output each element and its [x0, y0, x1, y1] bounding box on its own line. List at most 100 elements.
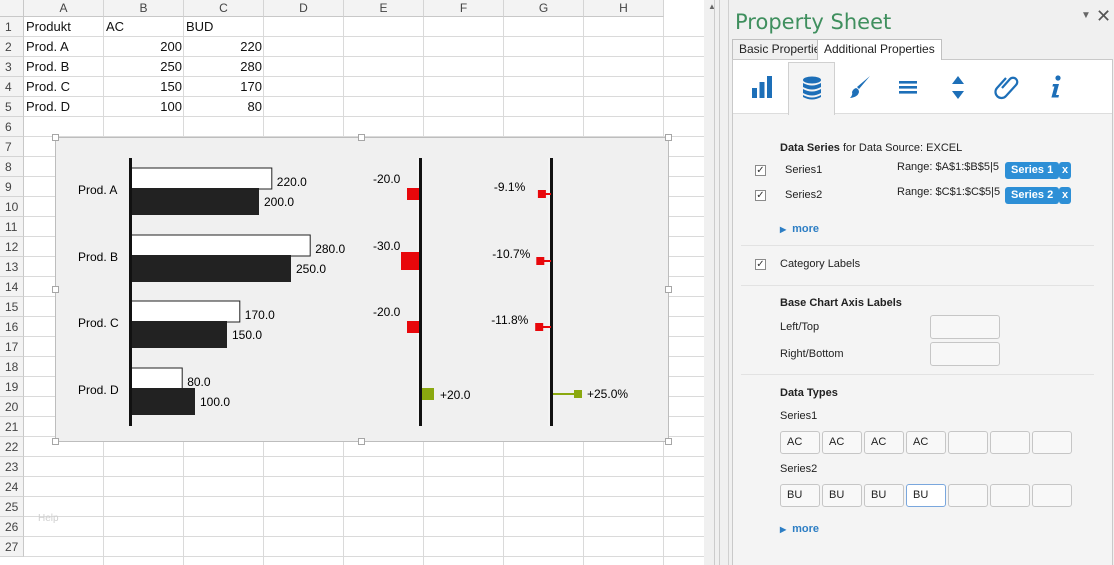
resize-handle-tr[interactable] — [665, 134, 672, 141]
cell-B1[interactable]: AC — [104, 17, 184, 37]
series1-type-field-6[interactable] — [990, 431, 1030, 454]
info-icon[interactable] — [1033, 62, 1080, 112]
row-header-1[interactable]: 1 — [0, 17, 24, 37]
row-header-21[interactable]: 21 — [0, 417, 24, 437]
series1-type-field-4[interactable]: AC — [906, 431, 946, 454]
series1-type-field-5[interactable] — [948, 431, 988, 454]
series2-checkbox[interactable]: ✓ — [755, 190, 766, 201]
rel-variance-label: -11.8% — [491, 313, 528, 327]
resize-handle-b[interactable] — [358, 438, 365, 445]
paperclip-icon[interactable] — [984, 62, 1031, 112]
series2-remove-button[interactable]: x — [1059, 187, 1071, 204]
cell-B5[interactable]: 100 — [104, 97, 182, 117]
spreadsheet[interactable]: ABCDEFGH 1 2 3 4 5 6 7 8 9 10 11 12 13 14 15 16 17 18 19 20… — [0, 0, 704, 565]
row-header-7[interactable]: 7 — [0, 137, 24, 157]
resize-handle-br[interactable] — [665, 438, 672, 445]
right-bottom-input[interactable] — [930, 342, 1000, 366]
row-header-17[interactable]: 17 — [0, 337, 24, 357]
series2-tag[interactable]: Series 2 — [1005, 187, 1060, 204]
brush-icon[interactable] — [837, 62, 884, 112]
series1-remove-button[interactable]: x — [1059, 162, 1071, 179]
left-top-input[interactable] — [930, 315, 1000, 339]
series2-type-field-7[interactable] — [1032, 484, 1072, 507]
cell-C5[interactable]: 80 — [184, 97, 262, 117]
cell-C1[interactable]: BUD — [184, 17, 264, 37]
row-header-13[interactable]: 13 — [0, 257, 24, 277]
series2-type-field-4[interactable]: BU — [906, 484, 946, 507]
sort-arrows-icon[interactable] — [935, 62, 982, 112]
series1-type-field-7[interactable] — [1032, 431, 1072, 454]
cell-A3[interactable]: Prod. B — [24, 57, 104, 77]
resize-handle-l[interactable] — [52, 286, 59, 293]
column-header-G[interactable]: G — [504, 0, 584, 17]
column-header-H[interactable]: H — [584, 0, 664, 17]
cell-C2[interactable]: 220 — [184, 37, 262, 57]
cell-B3[interactable]: 250 — [104, 57, 182, 77]
column-header-E[interactable]: E — [344, 0, 424, 17]
budget-bar — [130, 300, 241, 323]
category-labels-checkbox[interactable]: ✓ — [755, 259, 766, 270]
types-more-link[interactable]: ▶ more — [780, 523, 819, 535]
pane-options-chevron-icon[interactable]: ▼ — [1081, 10, 1091, 21]
column-header-A[interactable]: A — [24, 0, 104, 17]
cell-A1[interactable]: Produkt — [24, 17, 104, 37]
cell-A5[interactable]: Prod. D — [24, 97, 104, 117]
series1-checkbox[interactable]: ✓ — [755, 165, 766, 176]
column-header-F[interactable]: F — [424, 0, 504, 17]
row-header-20[interactable]: 20 — [0, 397, 24, 417]
resize-handle-bl[interactable] — [52, 438, 59, 445]
pane-splitter[interactable]: ▲ — [704, 0, 728, 565]
bar-chart-icon[interactable] — [739, 62, 786, 112]
series1-type-field-1[interactable]: AC — [780, 431, 820, 454]
close-icon[interactable]: ✕ — [1096, 6, 1111, 27]
resize-handle-r[interactable] — [665, 286, 672, 293]
row-header-11[interactable]: 11 — [0, 217, 24, 237]
row-header-19[interactable]: 19 — [0, 377, 24, 397]
series1-type-field-2[interactable]: AC — [822, 431, 862, 454]
row-header-24[interactable]: 24 — [0, 477, 24, 497]
row-header-15[interactable]: 15 — [0, 297, 24, 317]
series1-type-field-3[interactable]: AC — [864, 431, 904, 454]
splitter-bar[interactable] — [714, 0, 720, 565]
database-icon[interactable] — [788, 62, 835, 115]
cell-A2[interactable]: Prod. A — [24, 37, 104, 57]
row-header-14[interactable]: 14 — [0, 277, 24, 297]
column-header-D[interactable]: D — [264, 0, 344, 17]
series2-type-field-5[interactable] — [948, 484, 988, 507]
series2-type-field-6[interactable] — [990, 484, 1030, 507]
series-more-link[interactable]: ▶ more — [780, 223, 819, 235]
cell-B4[interactable]: 150 — [104, 77, 182, 97]
row-header-16[interactable]: 16 — [0, 317, 24, 337]
row-header-2[interactable]: 2 — [0, 37, 24, 57]
row-header-12[interactable]: 12 — [0, 237, 24, 257]
row-header-6[interactable]: 6 — [0, 117, 24, 137]
cell-C3[interactable]: 280 — [184, 57, 262, 77]
row-header-10[interactable]: 10 — [0, 197, 24, 217]
row-header-9[interactable]: 9 — [0, 177, 24, 197]
tab-additional-properties[interactable]: Additional Properties — [817, 39, 942, 60]
row-header-3[interactable]: 3 — [0, 57, 24, 77]
row-header-5[interactable]: 5 — [0, 97, 24, 117]
cell-C4[interactable]: 170 — [184, 77, 262, 97]
series2-type-field-1[interactable]: BU — [780, 484, 820, 507]
series2-type-field-3[interactable]: BU — [864, 484, 904, 507]
row-header-23[interactable]: 23 — [0, 457, 24, 477]
chart-object[interactable]: Prod. A 220.0 200.0 Prod. B 280.0 250.0 Prod. … — [55, 137, 669, 442]
menu-icon[interactable] — [886, 62, 933, 112]
column-header-C[interactable]: C — [184, 0, 264, 17]
row-header-8[interactable]: 8 — [0, 157, 24, 177]
row-header-26[interactable]: 26 — [0, 517, 24, 537]
resize-handle-tl[interactable] — [52, 134, 59, 141]
series2-type-field-2[interactable]: BU — [822, 484, 862, 507]
row-header-22[interactable]: 22 — [0, 437, 24, 457]
series1-tag[interactable]: Series 1 — [1005, 162, 1060, 179]
row-header-27[interactable]: 27 — [0, 537, 24, 557]
row-header-25[interactable]: 25 — [0, 497, 24, 517]
cell-A4[interactable]: Prod. C — [24, 77, 104, 97]
row-header-18[interactable]: 18 — [0, 357, 24, 377]
column-header-B[interactable]: B — [104, 0, 184, 17]
row-header-4[interactable]: 4 — [0, 77, 24, 97]
select-all-corner[interactable] — [0, 0, 24, 17]
resize-handle-t[interactable] — [358, 134, 365, 141]
cell-B2[interactable]: 200 — [104, 37, 182, 57]
